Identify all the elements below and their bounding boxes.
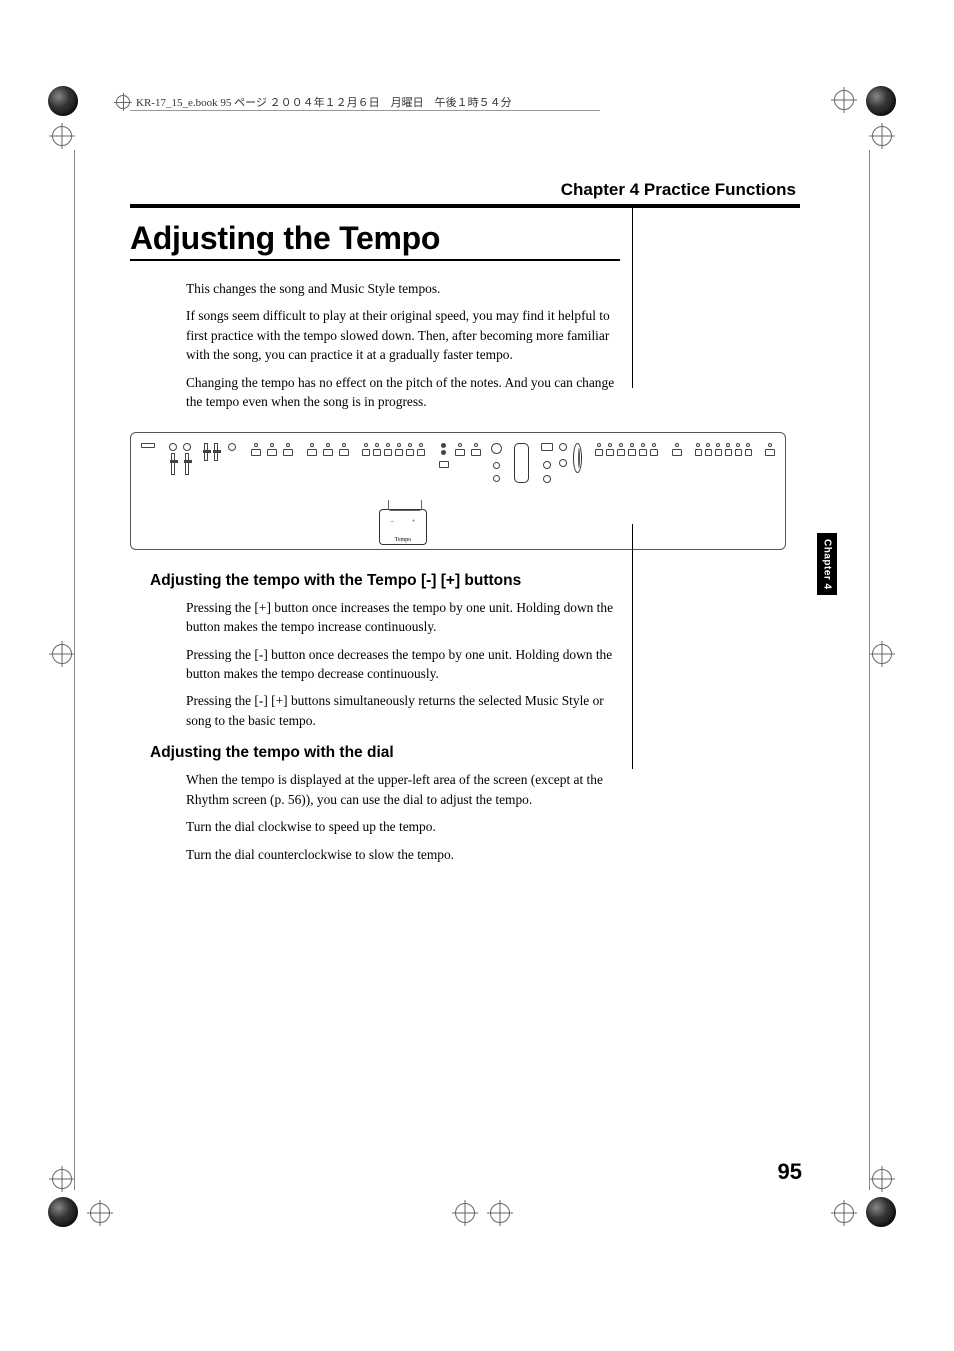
column-divider: [632, 206, 633, 388]
reg-mark: [455, 1203, 475, 1223]
reg-mark: [52, 126, 72, 146]
section1-p3: Pressing the [-] [+] buttons simultaneou…: [186, 691, 621, 730]
intro-block: This changes the song and Music Style te…: [186, 279, 621, 412]
reg-dot-tl: [48, 86, 78, 116]
reg-icon: [116, 95, 130, 109]
panel-row: [141, 443, 775, 505]
section1-heading: Adjusting the tempo with the Tempo [-] […: [150, 572, 800, 590]
chapter-side-tab: Chapter 4: [817, 533, 837, 595]
section2-p2: Turn the dial clockwise to speed up the …: [186, 817, 621, 836]
running-head: KR-17_15_e.book 95 ページ ２００４年１２月６日 月曜日 午後…: [116, 94, 512, 110]
reg-mark: [872, 1169, 892, 1189]
control-panel-diagram: – + Tempo: [130, 432, 786, 550]
intro-p1: This changes the song and Music Style te…: [186, 279, 621, 298]
reg-mark: [52, 644, 72, 664]
intro-p2: If songs seem difficult to play at their…: [186, 306, 621, 364]
edge-rule: [869, 150, 870, 1190]
section2-heading: Adjusting the tempo with the dial: [150, 744, 800, 762]
reg-mark: [490, 1203, 510, 1223]
reg-mark: [872, 126, 892, 146]
reg-mark: [834, 90, 854, 110]
tempo-plus: +: [412, 519, 415, 525]
reg-mark: [52, 1169, 72, 1189]
reg-mark: [872, 644, 892, 664]
intro-p3: Changing the tempo has no effect on the …: [186, 373, 621, 412]
chapter-header: Chapter 4 Practice Functions: [130, 180, 800, 208]
tempo-callout-label: Tempo: [395, 537, 412, 543]
section1-body: Pressing the [+] button once increases t…: [186, 598, 621, 731]
page-content: Chapter 4 Practice Functions Adjusting t…: [130, 180, 800, 872]
section2-p1: When the tempo is displayed at the upper…: [186, 770, 621, 809]
edge-rule: [74, 150, 75, 1190]
reg-dot-tr: [866, 86, 896, 116]
section2-body: When the tempo is displayed at the upper…: [186, 770, 621, 864]
page-title: Adjusting the Tempo: [130, 220, 620, 261]
tempo-callout: – + Tempo: [379, 509, 427, 545]
column-divider: [632, 524, 633, 769]
section1-p1: Pressing the [+] button once increases t…: [186, 598, 621, 637]
page-number: 95: [778, 1159, 802, 1185]
value-dial: [573, 443, 582, 473]
header-underline: [130, 110, 600, 111]
reg-dot-br: [866, 1197, 896, 1227]
section1-p2: Pressing the [-] button once decreases t…: [186, 645, 621, 684]
lcd-screen: [514, 443, 530, 483]
reg-mark: [834, 1203, 854, 1223]
running-head-text: KR-17_15_e.book 95 ページ ２００４年１２月６日 月曜日 午後…: [136, 94, 512, 110]
reg-mark: [90, 1203, 110, 1223]
reg-dot-bl: [48, 1197, 78, 1227]
section2-p3: Turn the dial counterclockwise to slow t…: [186, 845, 621, 864]
tempo-minus: –: [391, 519, 394, 525]
